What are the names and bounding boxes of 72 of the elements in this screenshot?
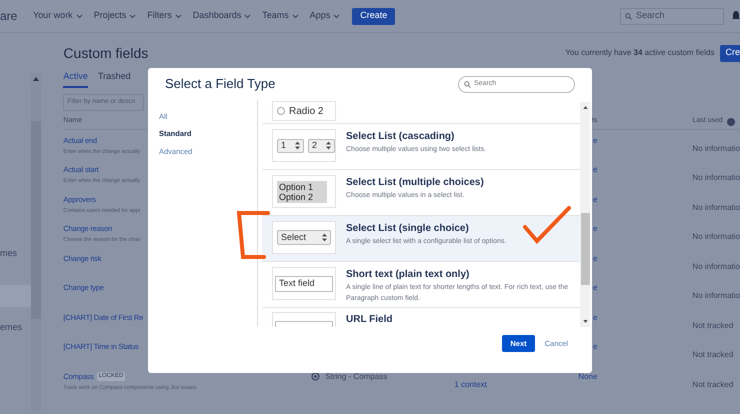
search-field[interactable]: Search xyxy=(620,8,724,24)
select-preview: 1 xyxy=(277,138,304,152)
nav-menu[interactable]: Teams xyxy=(262,9,299,23)
last-used-text: No informatio xyxy=(692,144,740,152)
tab[interactable]: Active xyxy=(63,70,88,88)
option-title: Select List (single choice) xyxy=(346,222,470,236)
last-used-text: No informatio xyxy=(692,173,740,182)
select-preview: Select xyxy=(277,230,331,245)
spinner-arrows-icon xyxy=(326,141,331,150)
nav-menu[interactable]: Filters xyxy=(147,9,182,23)
option-title: Select List (multiple choices) xyxy=(346,176,485,190)
nav-menu[interactable]: Dashboards xyxy=(192,9,252,23)
projects-link[interactable]: e xyxy=(592,312,598,336)
tab[interactable]: Trashed xyxy=(98,70,131,88)
contexts-link[interactable]: 1 context xyxy=(454,380,487,388)
projects-link[interactable]: None xyxy=(578,370,598,395)
option-title: Select List (cascading) xyxy=(346,130,456,144)
scrollbar-thumb[interactable] xyxy=(31,121,42,319)
field-type-option[interactable]: Radio 2 xyxy=(262,100,580,124)
last-used-text: Not tracked xyxy=(692,350,734,359)
last-used-text: No informatio xyxy=(692,232,740,241)
last-used-text: No informatio xyxy=(692,291,740,300)
chevron-down-icon xyxy=(244,14,252,18)
search-icon xyxy=(464,80,471,88)
nav-menu[interactable]: Apps xyxy=(310,9,340,23)
spinner-arrows-icon xyxy=(295,141,300,150)
option-title: URL Field xyxy=(346,313,392,327)
scrollbar[interactable] xyxy=(31,73,42,411)
listbox-preview: Option 1 Option 2 xyxy=(277,180,327,202)
last-used-text: No informatio xyxy=(692,202,740,212)
option-title: Short text (plain text only) xyxy=(346,268,470,282)
radio-button[interactable] xyxy=(277,107,285,115)
chevron-down-icon xyxy=(292,14,299,18)
chevron-down-icon xyxy=(129,14,136,18)
select-preview: 2 xyxy=(308,138,335,152)
sidebar-item[interactable]: mes xyxy=(0,243,32,265)
projects-link[interactable]: e xyxy=(592,194,598,218)
radio-label: Radio 2 xyxy=(289,104,324,118)
bell-icon[interactable] xyxy=(732,11,740,21)
scroll-up-icon[interactable] xyxy=(33,77,40,81)
logo-text: are xyxy=(0,8,18,25)
bracket-annotation xyxy=(234,210,270,262)
create-button[interactable]: Cre xyxy=(720,44,740,62)
last-used-text: No informatio xyxy=(692,262,740,270)
search-icon xyxy=(625,12,632,20)
spinner-arrows-icon xyxy=(322,233,327,242)
chevron-down-icon xyxy=(174,14,182,18)
last-used-text: Not tracked xyxy=(692,320,734,330)
checkmark-icon xyxy=(522,205,572,245)
field-type-text: String - Compass xyxy=(325,370,388,382)
page-title: Custom fields xyxy=(63,44,148,62)
gear-icon xyxy=(311,372,320,381)
projects-link[interactable]: e xyxy=(592,134,598,159)
nav-menu[interactable]: Your work xyxy=(33,9,83,23)
chevron-down-icon xyxy=(333,14,340,18)
nav-menu[interactable]: Projects xyxy=(94,9,136,23)
scroll-down-icon[interactable] xyxy=(582,320,588,323)
projects-link[interactable]: e xyxy=(592,341,598,366)
dialog-title: Select a Field Type xyxy=(165,75,276,94)
scrollbar-thumb[interactable] xyxy=(580,213,590,285)
field-count-text: You currently have 34 active custom fields xyxy=(565,47,714,59)
projects-link[interactable]: e xyxy=(592,164,598,188)
last-used-text: Not tracked xyxy=(692,380,734,388)
scroll-up-icon[interactable] xyxy=(582,106,588,109)
chevron-down-icon xyxy=(76,14,83,18)
sidebar-item[interactable]: emes xyxy=(0,317,32,339)
scrollbar[interactable] xyxy=(580,102,590,327)
projects-link[interactable]: e xyxy=(592,282,598,306)
text-field-preview: Text field xyxy=(275,276,333,292)
projects-link[interactable]: e xyxy=(592,252,598,277)
create-button[interactable]: Create xyxy=(352,8,396,24)
projects-link[interactable]: e xyxy=(592,223,598,248)
